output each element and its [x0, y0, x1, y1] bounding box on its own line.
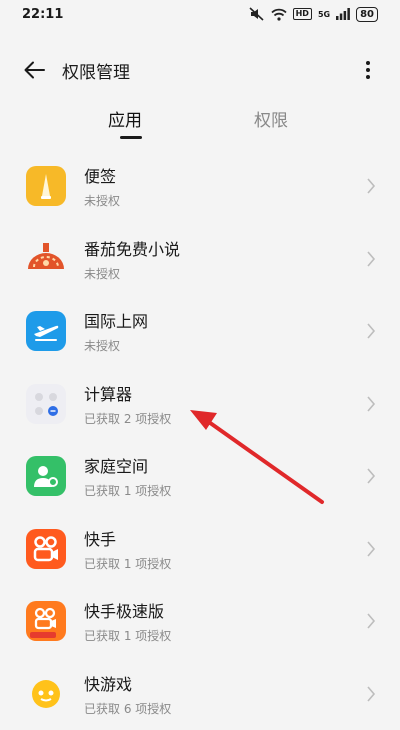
list-item-kuaishou-lite[interactable]: 快手极速版 已获取 1 项授权	[0, 585, 400, 658]
app-name: 快手	[84, 526, 400, 550]
status-bar: 22:11 HD 5G 80	[0, 0, 400, 28]
airplane-app-icon	[26, 311, 66, 351]
family-space-app-icon	[26, 456, 66, 496]
list-item-tomato-novel[interactable]: 番茄免费小说 未授权	[0, 223, 400, 296]
app-name: 家庭空间	[84, 453, 400, 477]
chevron-right-icon	[366, 613, 376, 629]
tab-apps[interactable]: 应用	[108, 106, 142, 131]
app-name: 便签	[84, 163, 400, 187]
chevron-right-icon	[366, 178, 376, 194]
network-type: 5G	[318, 10, 330, 19]
app-permission-status: 未授权	[84, 192, 400, 209]
app-name: 番茄免费小说	[84, 236, 400, 260]
app-permission-status: 已获取 1 项授权	[84, 555, 400, 572]
list-item-kuaishou[interactable]: 快手 已获取 1 项授权	[0, 513, 400, 586]
app-header: 权限管理	[0, 50, 400, 90]
app-name: 快游戏	[84, 671, 400, 695]
chevron-right-icon	[366, 396, 376, 412]
chevron-right-icon	[366, 541, 376, 557]
signal-icon	[336, 8, 350, 20]
app-name: 国际上网	[84, 308, 400, 332]
app-permission-status: 未授权	[84, 265, 400, 282]
app-permission-status: 已获取 1 项授权	[84, 482, 400, 499]
active-tab-indicator	[120, 136, 142, 139]
app-list: 便签 未授权 番茄免费小说 未授权	[0, 150, 400, 730]
app-permission-status: 已获取 1 项授权	[84, 627, 400, 644]
quick-game-app-icon	[26, 674, 66, 714]
calculator-app-icon	[26, 384, 66, 424]
more-vertical-icon	[365, 60, 371, 80]
mute-icon	[249, 7, 265, 21]
wifi-icon	[271, 8, 287, 21]
app-permission-status: 未授权	[84, 337, 400, 354]
tab-bar: 应用 权限	[0, 106, 400, 146]
chevron-right-icon	[366, 686, 376, 702]
hd-badge: HD	[293, 8, 312, 20]
list-item-notes[interactable]: 便签 未授权	[0, 150, 400, 223]
list-item-quick-game[interactable]: 快游戏 已获取 6 项授权	[0, 658, 400, 730]
list-item-international-internet[interactable]: 国际上网 未授权	[0, 295, 400, 368]
list-item-family-space[interactable]: 家庭空间 已获取 1 项授权	[0, 440, 400, 513]
notes-app-icon	[26, 166, 66, 206]
battery-indicator: 80	[356, 7, 378, 22]
tab-permissions[interactable]: 权限	[254, 106, 288, 131]
tomato-novel-app-icon	[26, 239, 66, 279]
status-time: 22:11	[22, 7, 63, 22]
list-item-calculator[interactable]: 计算器 已获取 2 项授权	[0, 368, 400, 441]
kuaishou-lite-app-icon	[26, 601, 66, 641]
app-permission-status: 已获取 2 项授权	[84, 410, 400, 427]
back-button[interactable]	[20, 56, 48, 84]
chevron-right-icon	[366, 251, 376, 267]
page-title: 权限管理	[62, 58, 356, 83]
chevron-right-icon	[366, 323, 376, 339]
chevron-right-icon	[366, 468, 376, 484]
more-options-button[interactable]	[356, 56, 380, 84]
arrow-left-icon	[23, 61, 45, 79]
app-permission-status: 已获取 6 项授权	[84, 700, 400, 717]
app-name: 计算器	[84, 381, 400, 405]
app-name: 快手极速版	[84, 598, 400, 622]
kuaishou-app-icon	[26, 529, 66, 569]
status-icons: HD 5G 80	[249, 7, 378, 22]
